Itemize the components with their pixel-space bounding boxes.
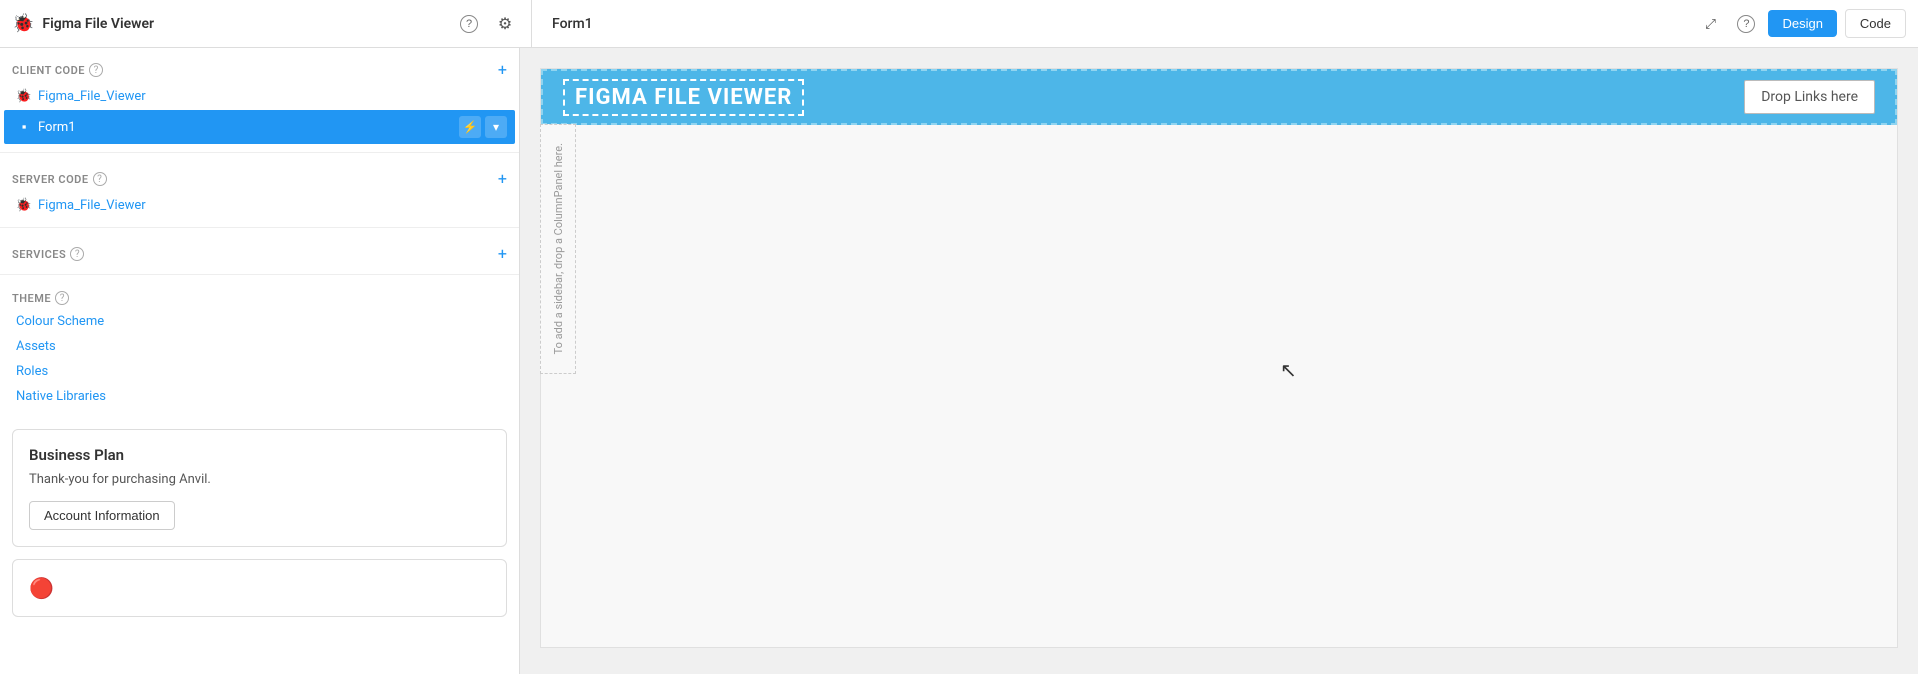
business-plan-description: Thank-you for purchasing Anvil. — [29, 472, 490, 487]
design-button[interactable]: Design — [1768, 10, 1836, 37]
form1-actions: ⚡ ▾ — [459, 116, 507, 138]
client-item-label: Figma_File_Viewer — [38, 89, 146, 104]
sidebar: CLIENT CODE ? + 🐞 Figma_File_Viewer ▪ Fo… — [0, 48, 520, 674]
preview-container: FIGMA FILE VIEWER Drop Links here To add… — [540, 68, 1898, 648]
divider-1 — [0, 152, 519, 153]
services-header: SERVICES ? + — [0, 242, 519, 266]
canvas[interactable]: FIGMA FILE VIEWER Drop Links here To add… — [520, 48, 1918, 674]
gear-icon: ⚙ — [498, 14, 512, 34]
lightning-icon: ⚡ — [463, 120, 478, 134]
business-plan-box: Business Plan Thank-you for purchasing A… — [12, 429, 507, 547]
column-panel-drop-zone[interactable]: To add a sidebar, drop a ColumnPanel her… — [540, 124, 576, 374]
help-icon: ? — [460, 15, 478, 33]
drop-links-zone[interactable]: Drop Links here — [1744, 80, 1875, 114]
chevron-down-icon: ▾ — [493, 120, 499, 134]
figma-viewer-title: FIGMA FILE VIEWER — [563, 79, 804, 116]
services-label: SERVICES — [12, 248, 66, 261]
client-code-section: CLIENT CODE ? + 🐞 Figma_File_Viewer ▪ Fo… — [0, 48, 519, 148]
help-button[interactable]: ? — [455, 10, 483, 38]
get-started-box: 🔴 — [12, 559, 507, 617]
theme-section: THEME ? Colour Scheme Assets Roles Nativ… — [0, 279, 519, 417]
form1-label: Form1 — [38, 120, 76, 135]
sidebar-item-form1[interactable]: ▪ Form1 ⚡ ▾ — [4, 110, 515, 144]
server-code-header: SERVER CODE ? + — [0, 167, 519, 191]
top-bar-right: Form1 ⤢ ? Design Code — [540, 9, 1906, 38]
get-started-icon: 🔴 — [29, 576, 54, 600]
account-information-button[interactable]: Account Information — [29, 501, 175, 530]
services-help-icon[interactable]: ? — [70, 247, 84, 261]
drop-links-label: Drop Links here — [1761, 89, 1858, 105]
app-logo-icon: 🐞 — [12, 13, 34, 34]
settings-button[interactable]: ⚙ — [491, 10, 519, 38]
expand-icon: ⤢ — [1705, 16, 1716, 32]
top-bar-actions: ⤢ ? Design Code — [1696, 9, 1906, 38]
top-bar: 🐞 Figma File Viewer ? ⚙ Form1 ⤢ ? Design… — [0, 0, 1918, 48]
server-code-add-button[interactable]: + — [498, 171, 507, 187]
form1-lightning-button[interactable]: ⚡ — [459, 116, 481, 138]
client-code-add-button[interactable]: + — [498, 62, 507, 78]
sidebar-item-figma-file-viewer-server[interactable]: 🐞 Figma_File_Viewer — [0, 191, 519, 219]
column-panel-label: To add a sidebar, drop a ColumnPanel her… — [548, 135, 569, 362]
sidebar-item-roles[interactable]: Roles — [0, 359, 519, 384]
sidebar-item-figma-file-viewer-client[interactable]: 🐞 Figma_File_Viewer — [0, 82, 519, 110]
form1-icon: ▪ — [16, 119, 32, 135]
figma-client-icon: 🐞 — [16, 88, 32, 104]
theme-help-icon[interactable]: ? — [55, 291, 69, 305]
app-title: Figma File Viewer — [42, 16, 447, 32]
figma-viewer-header: FIGMA FILE VIEWER Drop Links here — [541, 69, 1897, 125]
native-libraries-label: Native Libraries — [16, 389, 106, 404]
roles-label: Roles — [16, 364, 48, 379]
client-code-header: CLIENT CODE ? + — [0, 58, 519, 82]
sidebar-item-native-libraries[interactable]: Native Libraries — [0, 384, 519, 409]
divider-3 — [0, 274, 519, 275]
services-section: SERVICES ? + — [0, 232, 519, 270]
top-bar-icons: ? ⚙ — [455, 10, 519, 38]
services-add-button[interactable]: + — [498, 246, 507, 262]
client-help-icon[interactable]: ? — [89, 63, 103, 77]
main-layout: CLIENT CODE ? + 🐞 Figma_File_Viewer ▪ Fo… — [0, 48, 1918, 674]
form-title: Form1 — [552, 16, 1688, 32]
expand-button[interactable]: ⤢ — [1696, 10, 1724, 38]
server-help-icon[interactable]: ? — [93, 172, 107, 186]
code-button[interactable]: Code — [1845, 9, 1906, 38]
form1-chevron-button[interactable]: ▾ — [485, 116, 507, 138]
theme-label: THEME — [12, 292, 51, 305]
sidebar-item-assets[interactable]: Assets — [0, 334, 519, 359]
client-code-label: CLIENT CODE — [12, 64, 85, 77]
help2-button[interactable]: ? — [1732, 10, 1760, 38]
business-plan-title: Business Plan — [29, 446, 490, 464]
server-code-label: SERVER CODE — [12, 173, 89, 186]
cursor-icon: ↖ — [1280, 358, 1297, 382]
colour-scheme-label: Colour Scheme — [16, 314, 104, 329]
theme-header: THEME ? — [0, 287, 519, 309]
server-code-section: SERVER CODE ? + 🐞 Figma_File_Viewer — [0, 157, 519, 223]
assets-label: Assets — [16, 339, 56, 354]
figma-server-icon: 🐞 — [16, 197, 32, 213]
sidebar-item-colour-scheme[interactable]: Colour Scheme — [0, 309, 519, 334]
top-bar-left: 🐞 Figma File Viewer ? ⚙ — [12, 0, 532, 47]
server-item-label: Figma_File_Viewer — [38, 198, 146, 213]
divider-2 — [0, 227, 519, 228]
help2-icon: ? — [1737, 15, 1755, 33]
